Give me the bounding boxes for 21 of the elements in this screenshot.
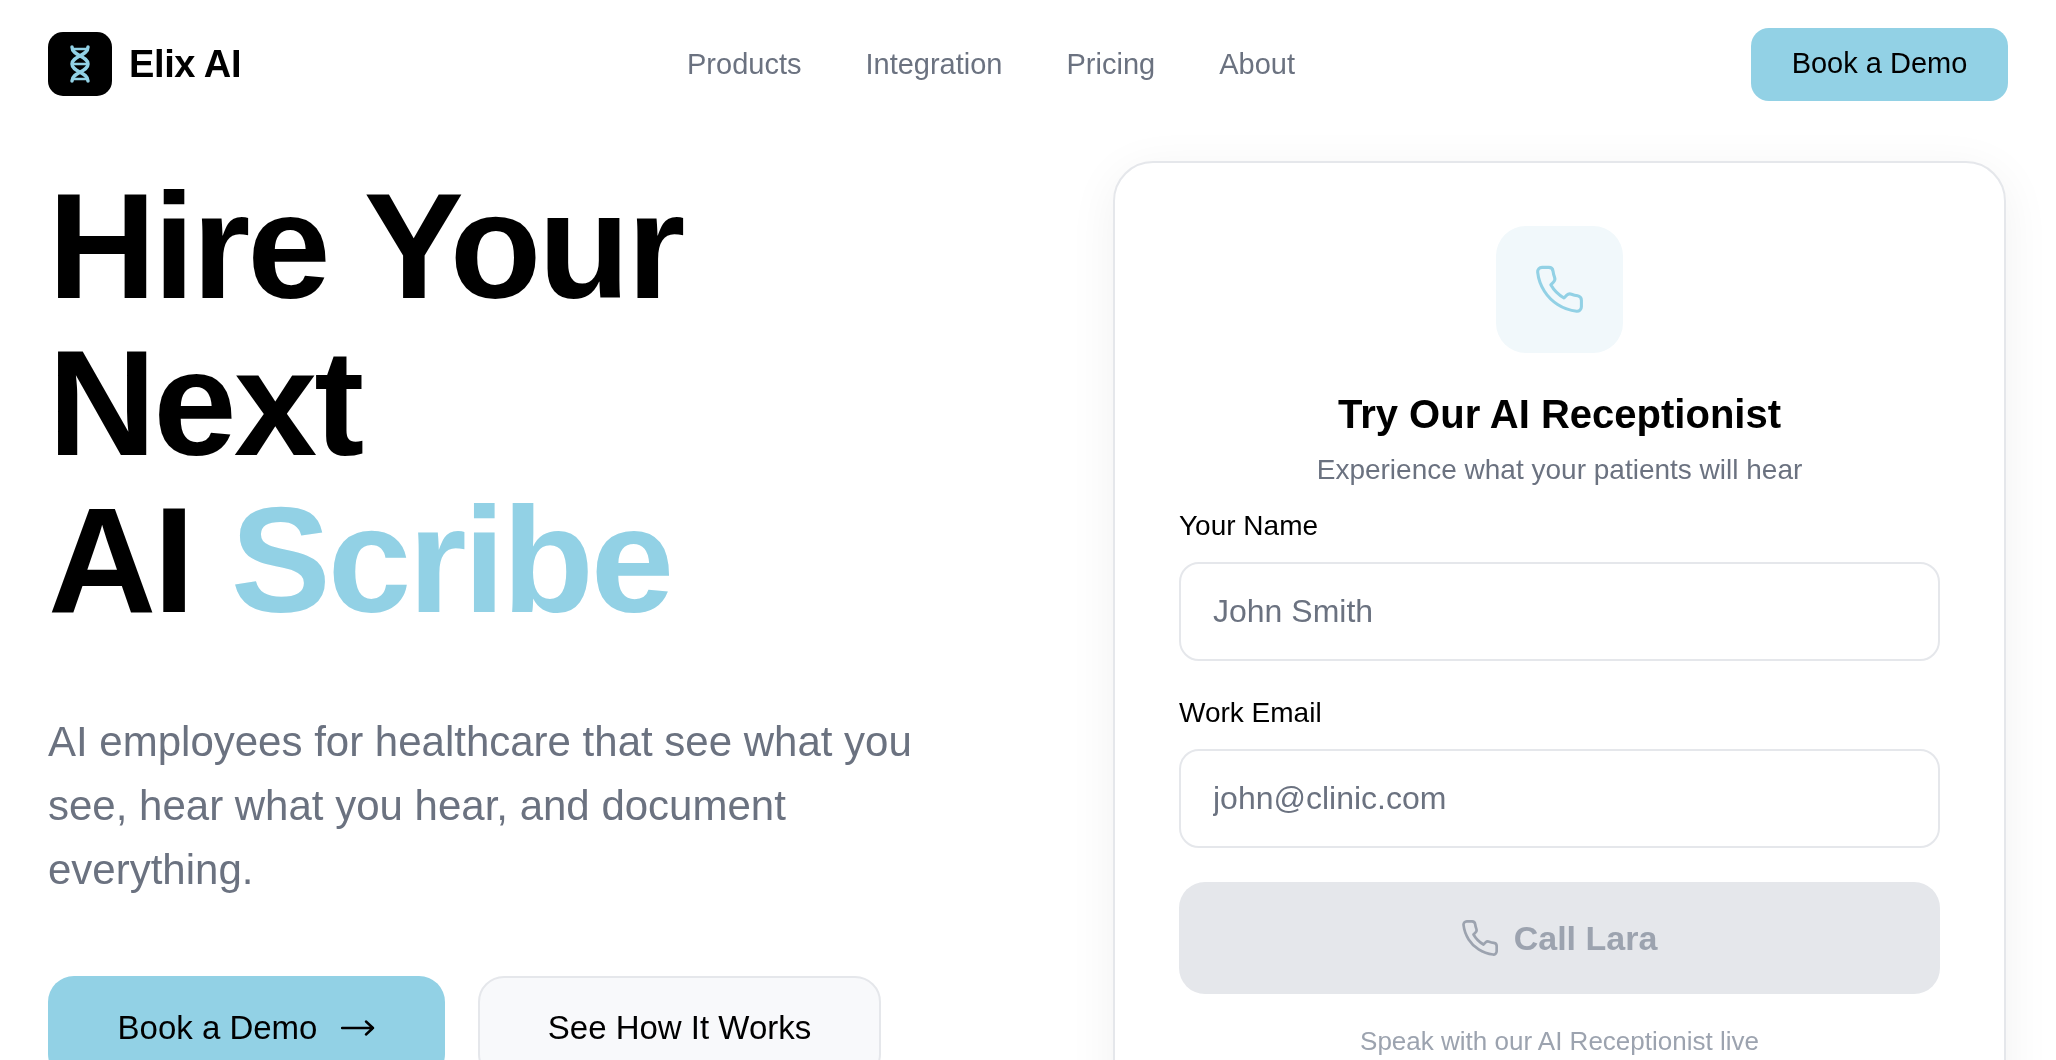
field-label: Your Name xyxy=(1179,509,1320,543)
card-note: Speak with our AI Receptionist live xyxy=(1360,1025,1759,1058)
book-demo-button[interactable]: Book a Demo xyxy=(48,976,445,1060)
hero-description: AI employees for healthcare that see what you see, hear what you hear, and document everything. xyxy=(48,717,913,895)
see-how-it-works-button[interactable]: See How It Works xyxy=(478,976,881,1060)
helix-logo-icon xyxy=(48,32,112,96)
card-title: Try Our AI Receptionist xyxy=(1337,391,1781,438)
arrow-right-icon xyxy=(341,1020,376,1036)
nav-link[interactable]: Products xyxy=(687,49,802,79)
card-subtitle: Experience what your patients will hear xyxy=(1316,453,1803,487)
book-demo-button[interactable]: Book a Demo xyxy=(1751,27,2008,101)
hero-headline: Hire Your Next AI Scribe xyxy=(48,168,684,639)
phone-icon xyxy=(1461,920,1498,956)
nav-link[interactable]: Integration xyxy=(865,49,1003,79)
nav-link[interactable]: Pricing xyxy=(1066,49,1156,79)
input-field[interactable]: John Smith xyxy=(1179,562,1940,661)
brand-name: Elix AI xyxy=(129,45,242,83)
field-label: Work Email xyxy=(1179,696,1323,730)
phone-icon xyxy=(1496,226,1623,353)
nav-link[interactable]: About xyxy=(1219,49,1295,79)
input-field[interactable]: john@clinic.com xyxy=(1179,749,1940,848)
